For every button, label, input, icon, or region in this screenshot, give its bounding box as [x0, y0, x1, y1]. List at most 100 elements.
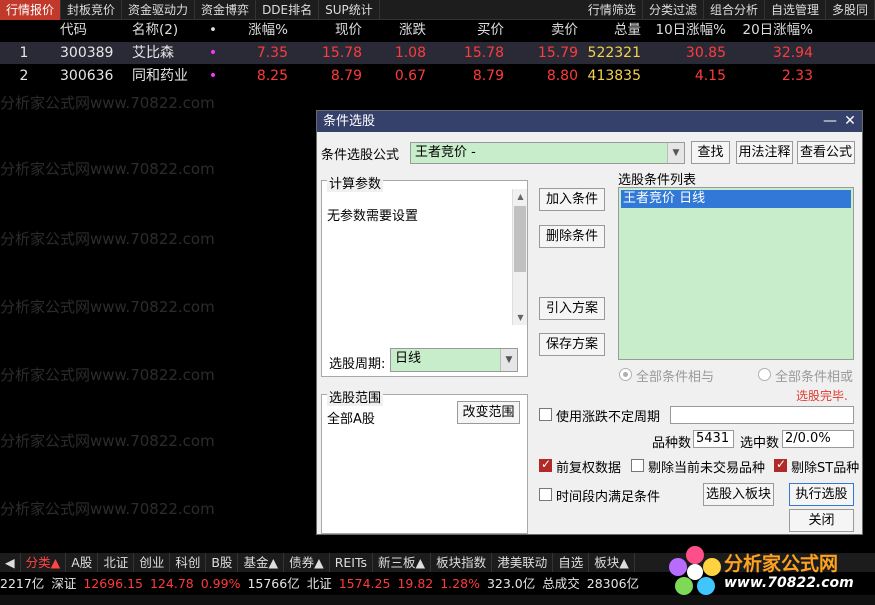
scroll-down-icon[interactable]: ▼ [513, 310, 528, 325]
sector-tab[interactable]: 板块指数 [431, 553, 493, 572]
sector-tab[interactable]: A股 [66, 553, 99, 572]
close-button[interactable]: 关闭 [789, 509, 854, 532]
params-scrollbar[interactable]: ▲ ▼ [512, 189, 527, 325]
tab-fund-driver[interactable]: 资金驱动力 [122, 0, 196, 20]
watermark-text: 分析家公式网www.70822.com [0, 500, 215, 518]
to-block-button[interactable]: 选股入板块 [703, 483, 774, 506]
col-volume[interactable]: 总量 [578, 20, 641, 41]
row-bid: 8.79 [472, 68, 504, 84]
period-combo[interactable]: 日线 ▼ [390, 348, 518, 372]
col-price[interactable]: 现价 [288, 20, 362, 41]
usage-button[interactable]: 用法注释 [736, 141, 793, 164]
row-change: 0.67 [394, 68, 426, 84]
period-label: 选股周期: [329, 357, 386, 372]
col-pct[interactable]: 涨幅% [224, 20, 288, 41]
uncertain-period-checkbox[interactable] [539, 408, 552, 421]
add-condition-button[interactable]: 加入条件 [539, 188, 605, 211]
formula-combo[interactable]: 王者竞价 - ▼ [410, 142, 685, 164]
close-icon[interactable]: ✕ [840, 111, 860, 132]
delete-condition-button[interactable]: 删除条件 [539, 225, 605, 248]
col-code[interactable]: 代码 [48, 20, 122, 41]
col-ask[interactable]: 卖价 [504, 20, 578, 41]
tab-multi-stock[interactable]: 多股同 [826, 0, 875, 20]
sector-left-arrow[interactable]: ◀ [0, 553, 21, 572]
row-bid: 15.78 [463, 45, 504, 61]
ticker-total-label: 总成交 [542, 576, 580, 591]
uncertain-period-input[interactable] [670, 406, 854, 424]
exclude-untraded-checkbox[interactable] [631, 459, 644, 472]
table-row[interactable]: 2 300636 同和药业 • 8.25 8.79 0.67 8.79 8.80… [0, 65, 875, 87]
tab-limit-bid[interactable]: 封板竞价 [61, 0, 123, 20]
sector-tab[interactable]: 基金▲ [238, 553, 285, 572]
save-plan-button[interactable]: 保存方案 [539, 333, 605, 356]
sector-tab[interactable]: 北证 [98, 553, 135, 572]
scroll-up-icon[interactable]: ▲ [513, 189, 528, 204]
tab-dde-rank[interactable]: DDE排名 [256, 0, 320, 20]
change-range-button[interactable]: 改变范围 [457, 401, 520, 424]
view-formula-button[interactable]: 查看公式 [797, 141, 855, 164]
chevron-down-icon[interactable]: ▼ [667, 143, 684, 163]
sector-tab[interactable]: 分类▲ [21, 553, 67, 572]
row-change: 1.08 [394, 45, 426, 61]
list-item[interactable]: 王者竞价 日线 [621, 190, 851, 208]
fq-data-label: 前复权数据 [556, 461, 622, 476]
tab-quote-filter[interactable]: 行情筛选 [582, 0, 643, 20]
site-logo: 分析家公式网 www.70822.com [668, 545, 868, 600]
col-bid[interactable]: 买价 [426, 20, 504, 41]
sector-tab[interactable]: 板块▲ [589, 553, 635, 572]
chevron-down-icon[interactable]: ▼ [500, 349, 517, 371]
watermark-text: 分析家公式网www.70822.com [0, 298, 215, 316]
row-index: 1 [19, 45, 29, 61]
minimize-icon[interactable]: — [820, 111, 840, 132]
tab-sup-stats[interactable]: SUP统计 [319, 0, 380, 20]
sector-tab[interactable]: 债券▲ [284, 553, 330, 572]
ticker-sz-value: 12696.15 [83, 576, 143, 591]
range-group: 全部A股 改变范围 [321, 394, 528, 534]
fq-data-checkbox[interactable] [539, 457, 552, 472]
sector-tab[interactable]: REITs [330, 553, 374, 572]
col-change[interactable]: 涨跌 [362, 20, 426, 41]
run-select-button[interactable]: 执行选股 [789, 483, 854, 506]
find-button[interactable]: 查找 [691, 141, 730, 164]
sector-tab[interactable]: B股 [206, 553, 239, 572]
logo-url: www.70822.com [724, 575, 854, 591]
col-10day[interactable]: 10日涨幅% [641, 20, 726, 41]
range-value: 全部A股 [327, 412, 375, 427]
params-group-title: 计算参数 [327, 173, 384, 192]
tab-portfolio-analysis[interactable]: 组合分析 [704, 0, 765, 20]
sector-tab[interactable]: 新三板▲ [373, 553, 432, 572]
row-name: 艾比森 [132, 45, 174, 61]
row-dot: • [208, 45, 218, 61]
col-name[interactable]: 名称(2) [122, 20, 202, 41]
formula-label: 条件选股公式 [321, 148, 400, 163]
sector-tab[interactable]: 港美联动 [492, 553, 554, 572]
flower-logo-icon [669, 546, 721, 595]
dialog-title-bar[interactable]: 条件选股 — ✕ [317, 111, 862, 132]
tab-fund-game[interactable]: 资金博弈 [195, 0, 257, 20]
sector-tab[interactable]: 创业 [134, 553, 171, 572]
tab-category-filter[interactable]: 分类过滤 [643, 0, 704, 20]
condition-list[interactable]: 王者竞价 日线 [618, 187, 854, 360]
time-cond-checkbox[interactable] [539, 488, 552, 501]
import-plan-button[interactable]: 引入方案 [539, 297, 605, 320]
condition-select-dialog: 条件选股 — ✕ 条件选股公式 王者竞价 - ▼ 查找 用法注释 查看公式 无参… [316, 110, 863, 535]
row-20day: 32.94 [772, 45, 813, 61]
radio-or[interactable] [758, 368, 771, 381]
row-pct: 8.25 [256, 68, 288, 84]
status-text: 选股完毕. [796, 389, 848, 403]
scroll-thumb[interactable] [514, 206, 526, 272]
ticker-sz-amount: 15766亿 [247, 576, 300, 591]
tab-watchlist-manage[interactable]: 自选管理 [765, 0, 826, 20]
radio-and[interactable] [619, 368, 632, 381]
sector-tab[interactable]: 自选 [553, 553, 590, 572]
ticker-bz-change: 19.82 [397, 576, 434, 591]
ticker-total-value: 28306亿 [586, 576, 640, 591]
table-row[interactable]: 1 300389 艾比森 • 7.35 15.78 1.08 15.78 15.… [0, 42, 875, 64]
row-10day: 30.85 [685, 45, 726, 61]
row-name: 同和药业 [132, 68, 188, 84]
row-pct: 7.35 [256, 45, 288, 61]
sector-tab[interactable]: 科创 [170, 553, 207, 572]
exclude-st-checkbox[interactable] [774, 457, 787, 472]
col-20day[interactable]: 20日涨幅% [726, 20, 813, 41]
tab-quotes[interactable]: 行情报价 [0, 0, 62, 20]
